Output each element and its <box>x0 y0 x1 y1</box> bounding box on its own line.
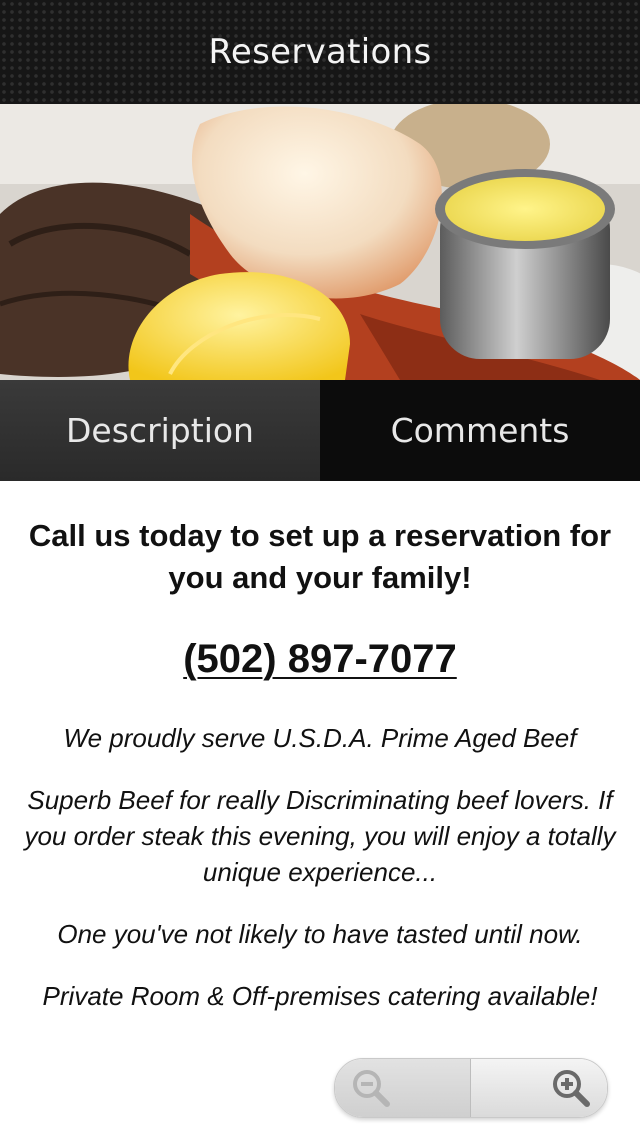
tab-comments[interactable]: Comments <box>320 380 640 481</box>
zoom-in-icon <box>553 1070 590 1107</box>
tab-comments-label: Comments <box>390 411 570 450</box>
phone-link[interactable]: (502) 897-7077 <box>183 637 457 682</box>
paragraph-private-room: Private Room & Off-premises catering ava… <box>42 981 598 1011</box>
zoom-out-icon <box>353 1070 390 1107</box>
paragraph-prime-beef: We proudly serve U.S.D.A. Prime Aged Bee… <box>63 723 577 753</box>
page-title: Reservations <box>208 32 432 72</box>
zoom-out-button[interactable] <box>335 1059 471 1117</box>
zoom-in-button[interactable] <box>471 1059 607 1117</box>
hero-food-image <box>0 104 640 380</box>
reservation-headline: Call us today to set up a reservation fo… <box>28 518 612 595</box>
tab-description-label: Description <box>66 411 254 450</box>
paragraph-tasted: One you've not likely to have tasted unt… <box>57 919 583 949</box>
description-content: Call us today to set up a reservation fo… <box>0 481 640 1014</box>
paragraph-superb-beef: Superb Beef for really Discriminating be… <box>24 785 616 887</box>
app-header: Reservations <box>0 0 640 104</box>
tab-bar: Description Comments <box>0 380 640 481</box>
tab-description[interactable]: Description <box>0 380 320 481</box>
zoom-controls <box>334 1058 608 1118</box>
